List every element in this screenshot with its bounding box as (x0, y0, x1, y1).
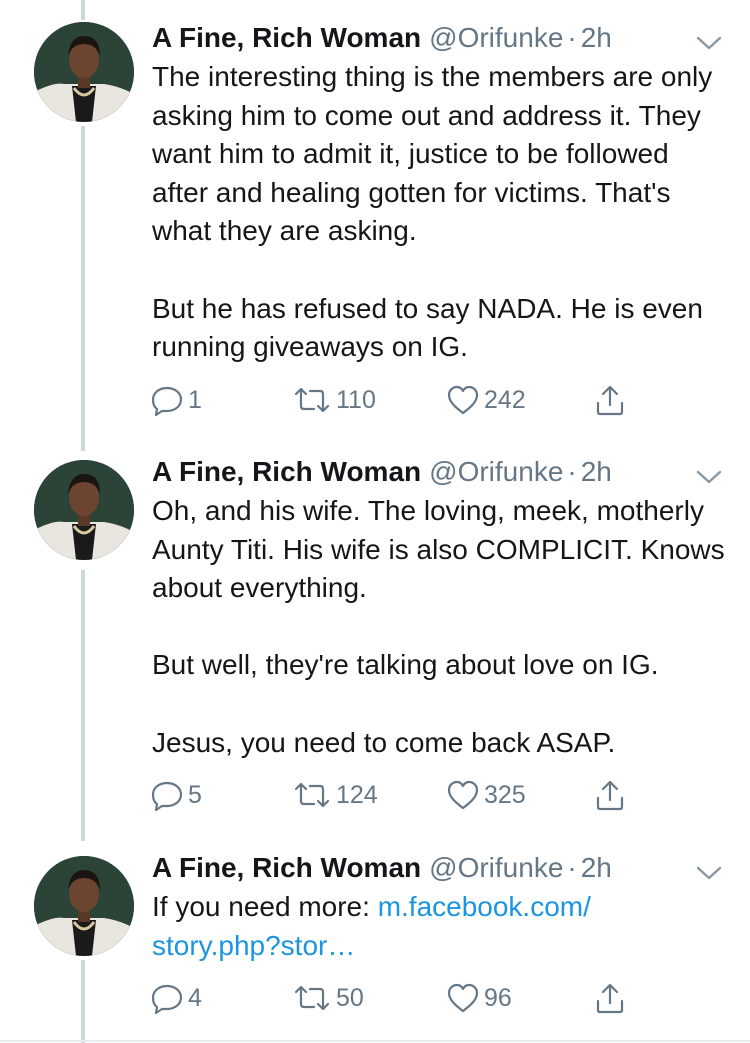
tweet-header: A Fine, Rich Woman @Orifunke · 2h (152, 452, 612, 492)
retweet-button[interactable]: 110 (292, 380, 376, 420)
reply-button[interactable]: 5 (150, 775, 202, 815)
share-icon (596, 780, 624, 811)
heart-icon (447, 385, 479, 415)
retweet-count: 124 (336, 780, 378, 809)
retweet-icon (294, 782, 330, 808)
tweet-actions: 4 50 96 (150, 978, 630, 1018)
avatar[interactable] (34, 856, 134, 956)
tweet-paragraph: Oh, and his wife. The loving, meek, moth… (152, 495, 725, 604)
tweet-paragraph: But well, they're talking about love on … (152, 649, 659, 681)
separator: · (567, 456, 577, 487)
author-handle[interactable]: @Orifunke (429, 452, 563, 492)
author-handle[interactable]: @Orifunke (429, 18, 563, 58)
like-button[interactable]: 96 (446, 978, 512, 1018)
reply-count: 5 (188, 780, 202, 809)
tweet-header: A Fine, Rich Woman @Orifunke · 2h (152, 18, 612, 58)
tweet-text: Oh, and his wife. The loving, meek, moth… (152, 492, 732, 762)
share-icon (596, 385, 624, 416)
timestamp[interactable]: 2h (581, 18, 612, 58)
author-handle[interactable]: @Orifunke (429, 848, 563, 888)
author-name[interactable]: A Fine, Rich Woman (152, 18, 421, 58)
reply-icon (151, 781, 183, 811)
retweet-icon (294, 387, 330, 413)
avatar[interactable] (34, 460, 134, 560)
tweet-thread: A Fine, Rich Woman @Orifunke · 2h The in… (0, 0, 750, 1043)
tweet-paragraph: The interesting thing is the members are… (152, 61, 713, 247)
separator: · (567, 852, 577, 883)
reply-icon (151, 386, 183, 416)
tweet-actions: 5 124 325 (150, 775, 630, 815)
tweet-header: A Fine, Rich Woman @Orifunke · 2h (152, 848, 612, 888)
share-button[interactable] (594, 380, 626, 420)
reply-button[interactable]: 4 (150, 978, 202, 1018)
thread-line (81, 570, 85, 841)
heart-icon (447, 780, 479, 810)
tweet-paragraph: Jesus, you need to come back ASAP. (152, 726, 616, 758)
share-button[interactable] (594, 775, 626, 815)
reply-count: 1 (188, 385, 202, 414)
retweet-count: 50 (336, 983, 364, 1012)
tweet-text: The interesting thing is the members are… (152, 58, 732, 367)
reply-icon (151, 984, 183, 1014)
chevron-down-icon[interactable] (694, 466, 724, 488)
author-name[interactable]: A Fine, Rich Woman (152, 452, 421, 492)
divider (0, 1040, 750, 1042)
reply-button[interactable]: 1 (150, 380, 202, 420)
thread-line (81, 0, 85, 20)
share-button[interactable] (594, 978, 626, 1018)
author-name[interactable]: A Fine, Rich Woman (152, 848, 421, 888)
retweet-count: 110 (336, 385, 376, 414)
like-count: 96 (484, 983, 512, 1012)
retweet-button[interactable]: 124 (292, 775, 378, 815)
avatar[interactable] (34, 22, 134, 122)
tweet-paragraph: But he has refused to say NADA. He is ev… (152, 292, 703, 363)
like-button[interactable]: 325 (446, 775, 526, 815)
tweet-actions: 1 110 242 (150, 380, 630, 420)
chevron-down-icon[interactable] (694, 32, 724, 54)
chevron-down-icon[interactable] (694, 862, 724, 884)
reply-count: 4 (188, 983, 202, 1012)
separator: · (567, 22, 577, 53)
share-icon (596, 983, 624, 1014)
like-count: 242 (484, 385, 526, 414)
like-count: 325 (484, 780, 526, 809)
tweet-paragraph: If you need more: m.facebook.com/ story.… (152, 888, 652, 965)
tweet-text-prefix: If you need more: (152, 891, 378, 922)
like-button[interactable]: 242 (446, 380, 526, 420)
thread-line (81, 960, 85, 1043)
retweet-icon (294, 985, 330, 1011)
timestamp[interactable]: 2h (581, 452, 612, 492)
thread-line (81, 126, 85, 451)
tweet-text: If you need more: m.facebook.com/ story.… (152, 888, 652, 965)
heart-icon (447, 983, 479, 1013)
retweet-button[interactable]: 50 (292, 978, 364, 1018)
timestamp[interactable]: 2h (581, 848, 612, 888)
